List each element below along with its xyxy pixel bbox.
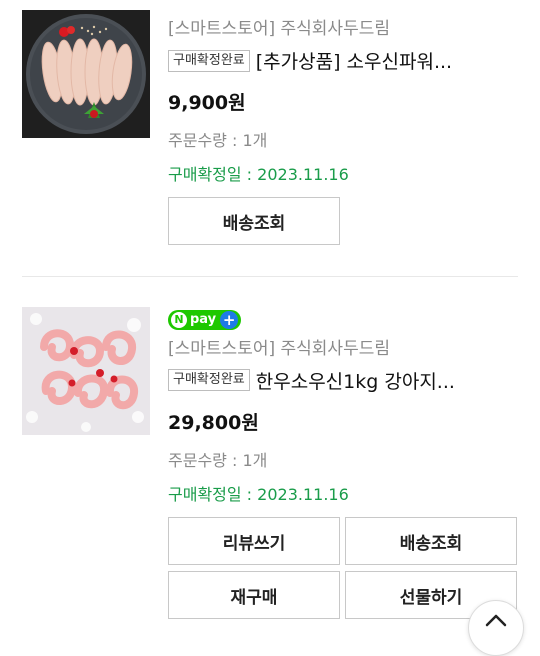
track-delivery-button[interactable]: 배송조회 bbox=[345, 517, 517, 565]
product-name[interactable]: [추가상품] 소우신파워... bbox=[256, 47, 452, 74]
confirm-date: 구매확정일 : 2023.11.16 bbox=[168, 484, 349, 504]
product-name[interactable]: 한우소우신1kg 강아지... bbox=[256, 367, 455, 394]
npay-plus-badge: N pay + bbox=[168, 308, 520, 330]
naver-n-icon: N bbox=[171, 311, 187, 328]
divider bbox=[22, 276, 518, 277]
track-delivery-button[interactable]: 배송조회 bbox=[168, 197, 340, 245]
store-name: [스마트스토어] 주식회사두드림 bbox=[168, 338, 390, 359]
quantity: 주문수량 : 1개 bbox=[168, 131, 268, 150]
product-thumbnail[interactable] bbox=[22, 307, 150, 435]
quantity: 주문수량 : 1개 bbox=[168, 450, 268, 470]
reorder-button[interactable]: 재구매 bbox=[168, 571, 340, 619]
product-thumbnail[interactable] bbox=[22, 10, 150, 138]
product-title-row[interactable]: 구매확정완료 [추가상품] 소우신파워... bbox=[168, 47, 520, 74]
product-title-row[interactable]: 구매확정완료 한우소우신1kg 강아지... bbox=[168, 367, 520, 394]
confirm-date: 구매확정일 : 2023.11.16 bbox=[168, 165, 349, 184]
write-review-button[interactable]: 리뷰쓰기 bbox=[168, 517, 340, 565]
plus-icon: + bbox=[220, 310, 239, 329]
store-name: [스마트스토어] 주식회사두드림 bbox=[168, 19, 390, 39]
status-badge: 구매확정완료 bbox=[168, 369, 250, 391]
status-badge: 구매확정완료 bbox=[168, 49, 250, 72]
npay-label: pay bbox=[190, 312, 217, 327]
chevron-up-icon bbox=[485, 614, 507, 627]
price: 29,800원 bbox=[168, 411, 259, 434]
scroll-top-button[interactable] bbox=[468, 600, 524, 656]
price: 9,900원 bbox=[168, 92, 246, 114]
